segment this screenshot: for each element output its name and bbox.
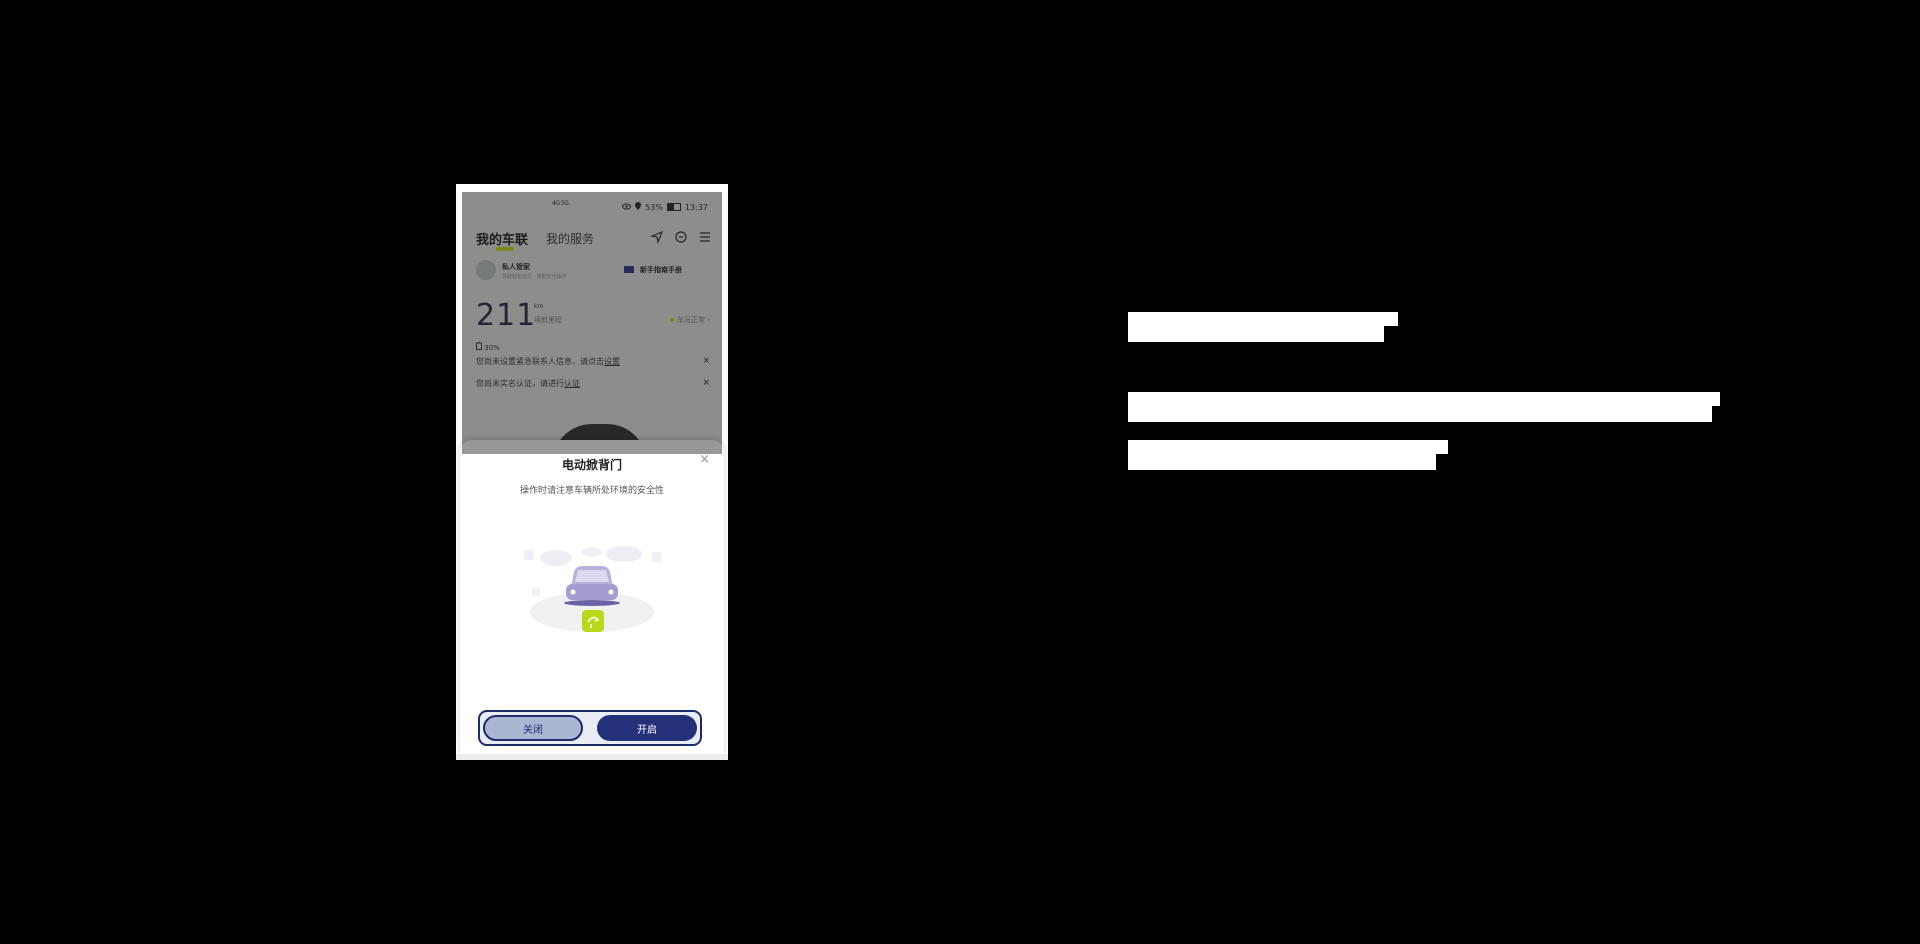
- sheet-title: 电动掀背门: [561, 458, 622, 472]
- redacted-line: [1128, 406, 1712, 422]
- desktop-canvas: 4G 5G 53% 13:37 我的车联 我的服务 私人管家 驾驶轻松出行 · …: [0, 0, 1920, 944]
- modal-overlay[interactable]: [462, 192, 722, 454]
- redacted-line: [1128, 326, 1384, 342]
- navigation-bar: [456, 754, 728, 760]
- close-button[interactable]: 关闭: [483, 715, 583, 741]
- tailgate-bottom-sheet: 电动掀背门 × 操作时请注意车辆所处环境的安全性 关闭 开启: [460, 440, 724, 756]
- redacted-line: [1128, 440, 1448, 454]
- app-home-screen: 4G 5G 53% 13:37 我的车联 我的服务 私人管家 驾驶轻松出行 · …: [462, 192, 722, 454]
- redacted-line: [1128, 392, 1720, 406]
- redacted-line: [1128, 454, 1436, 470]
- open-button[interactable]: 开启: [597, 715, 697, 741]
- tailgate-action-group: 关闭 开启: [478, 710, 702, 746]
- redacted-line: [1128, 312, 1398, 326]
- car-tailgate-illustration: [524, 546, 662, 632]
- sheet-subtitle: 操作时请注意车辆所处环境的安全性: [519, 486, 664, 496]
- phone-screenshot: 4G 5G 53% 13:37 我的车联 我的服务 私人管家 驾驶轻松出行 · …: [456, 184, 728, 760]
- close-icon[interactable]: ×: [699, 452, 710, 467]
